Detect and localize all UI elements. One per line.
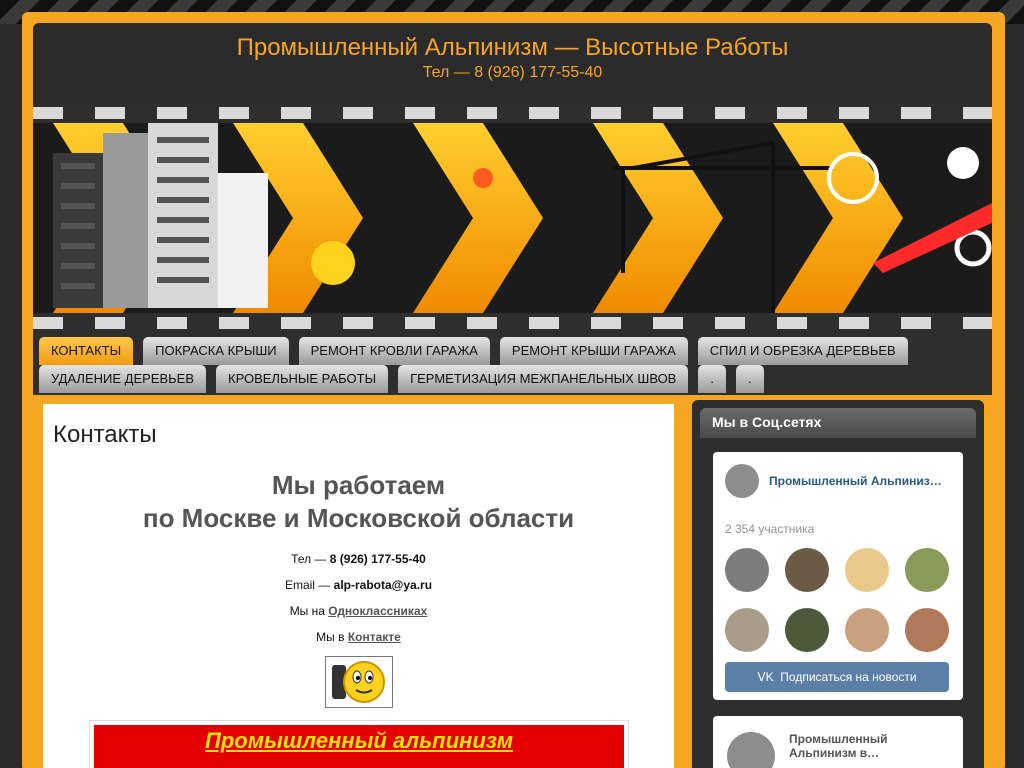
member-avatar[interactable] [905,608,949,652]
nav-tab-tree-removal[interactable]: УДАЛЕНИЕ ДЕРЕВЬЕВ [39,365,207,393]
promo-banner-text: Промышленный альпинизм [205,728,513,753]
odnoklassniki-link[interactable]: Одноклассниках [328,604,427,618]
nav-tab-roofing-works[interactable]: КРОВЕЛЬНЫЕ РАБОТЫ [216,365,389,393]
odnoklassniki-line: Мы на Одноклассниках [43,604,674,618]
vk-subscribe-label: Подписаться на новости [780,670,917,684]
member-avatar[interactable] [785,548,829,592]
vk-logo-icon: ᐯK [757,670,781,684]
nav-tab-garage-roof-repair[interactable]: РЕМОНТ КРЫШИ ГАРАЖА [499,337,688,365]
vk-group-name-2[interactable]: Промышленный Альпинизм в… [789,732,939,760]
email-label: Email — [284,578,334,592]
nav-tab-tree-cutting[interactable]: СПИЛ И ОБРЕЗКА ДЕРЕВЬЕВ [697,337,908,365]
nav-row-2: УДАЛЕНИЕ ДЕРЕВЬЕВ КРОВЕЛЬНЫЕ РАБОТЫ ГЕРМ… [39,365,764,393]
phone-number: 8 (926) 177-55-40 [329,552,426,566]
vk-subscribe-button[interactable]: ᐯK Подписаться на новости [725,662,949,692]
vkontakte-link[interactable]: Контакте [348,630,401,644]
smiley-phone-icon [325,656,393,708]
nav-tab-roof-painting[interactable]: ПОКРАСКА КРЫШИ [143,337,289,365]
phone-line: Тел — 8 (926) 177-55-40 [43,552,674,566]
vk-widget: Промышленный Альпиниз… 2 354 участника ᐯ… [713,452,963,700]
promo-banner[interactable]: Промышленный альпинизм [89,720,629,768]
main-navigation: КОНТАКТЫ ПОКРАСКА КРЫШИ РЕМОНТ КРОВЛИ ГА… [33,333,992,395]
vk-group-name[interactable]: Промышленный Альпиниз… [769,474,942,488]
vk-group-avatar-2[interactable] [727,732,775,768]
headline-line-1: Мы работаем [271,470,446,500]
page-title: Контакты [53,421,157,448]
headline-line-2: по Москве и Московской области [142,503,575,533]
headline: Мы работаем по Москве и Московской облас… [43,469,674,535]
vk-widget-2: Промышленный Альпинизм в… [713,716,963,768]
phone-label: Тел — [291,552,330,566]
vkontakte-label: Мы в [316,630,348,644]
odnoklassniki-label: Мы на [289,604,329,618]
header-banner [33,103,992,333]
member-avatar[interactable] [845,608,889,652]
member-avatar[interactable] [725,608,769,652]
site-header: Промышленный Альпинизм — Высотные Работы… [33,23,992,103]
nav-tab-dot-2[interactable]: . [735,365,764,393]
site-title[interactable]: Промышленный Альпинизм — Высотные Работы [33,34,992,62]
nav-tab-dot-1[interactable]: . [698,365,726,393]
member-avatar[interactable] [905,548,949,592]
banner-illustration [53,123,992,313]
banner-image [33,123,992,313]
banner-film-bottom [33,313,992,333]
site-phone: Тел — 8 (926) 177-55-40 [422,64,603,81]
member-avatar[interactable] [725,548,769,592]
nav-tab-garage-roofing-repair[interactable]: РЕМОНТ КРОВЛИ ГАРАЖА [298,337,490,365]
sidebar-widget-title: Мы в Соц.сетях [712,414,822,430]
promo-banner-body: Промышленный альпинизм [94,725,624,768]
member-avatar[interactable] [785,608,829,652]
vk-group-avatar[interactable] [725,464,759,498]
email-address: alp-rabota@ya.ru [333,578,433,592]
vkontakte-line: Мы в Контакте [43,630,674,644]
banner-film-top [33,103,992,123]
sidebar: Мы в Соц.сетях Промышленный Альпиниз… 2 … [692,400,984,768]
sidebar-widget-header: Мы в Соц.сетях [700,408,976,438]
main-content: Контакты Мы работаем по Москве и Московс… [43,404,674,768]
email-line: Email — alp-rabota@ya.ru [43,578,674,592]
nav-tab-contacts[interactable]: КОНТАКТЫ [39,337,134,365]
vk-member-count[interactable]: 2 354 участника [725,522,814,536]
nav-row-1: КОНТАКТЫ ПОКРАСКА КРЫШИ РЕМОНТ КРОВЛИ ГА… [39,337,908,365]
nav-tab-seam-sealing[interactable]: ГЕРМЕТИЗАЦИЯ МЕЖПАНЕЛЬНЫХ ШВОВ [398,365,689,393]
member-avatar[interactable] [845,548,889,592]
